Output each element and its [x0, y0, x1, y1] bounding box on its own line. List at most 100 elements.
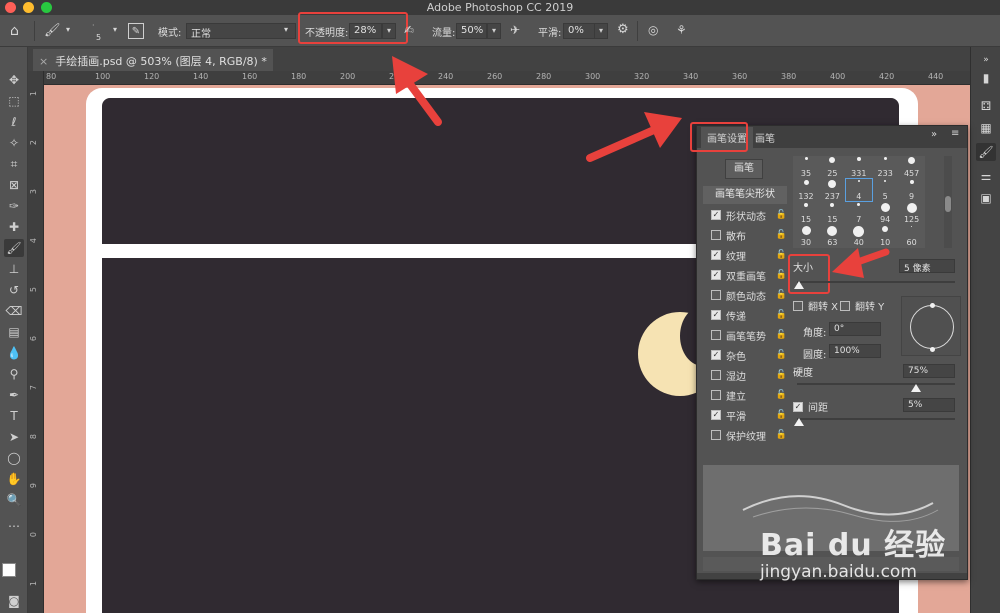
size-slider-thumb[interactable]: [794, 281, 804, 289]
pressure-opacity-icon[interactable]: ✍: [404, 23, 414, 37]
brush-option-row[interactable]: 散布 🔓: [711, 226, 787, 244]
history-brush-icon[interactable]: ↺: [4, 281, 24, 299]
mode-select[interactable]: 正常: [186, 23, 296, 40]
brush-option-row[interactable]: 画笔笔势 🔓: [711, 326, 787, 344]
flip-x-option[interactable]: 翻转 X: [793, 298, 838, 313]
move-tool-icon[interactable]: ✥: [4, 71, 24, 89]
lock-icon[interactable]: 🔓: [776, 210, 787, 220]
brush-preset[interactable]: 30: [793, 225, 819, 247]
lock-icon[interactable]: 🔓: [776, 330, 787, 340]
chevron-down-icon[interactable]: ▾: [66, 25, 70, 34]
spacing-option[interactable]: ✓ 间距: [793, 399, 828, 414]
layers-panel-icon[interactable]: ▮: [976, 69, 996, 87]
brush-option-checkbox[interactable]: [711, 390, 721, 400]
zoom-tool-icon[interactable]: 🔍: [4, 491, 24, 509]
size-slider[interactable]: [797, 281, 955, 283]
brush-preset[interactable]: 457: [899, 156, 925, 178]
flip-y-option[interactable]: 翻转 Y: [840, 298, 884, 313]
brush-tip-shape-title[interactable]: 画笔笔尖形状: [703, 186, 787, 204]
brush-tool-icon[interactable]: 🖌: [4, 239, 24, 257]
crop-tool-icon[interactable]: ⌗: [4, 155, 24, 173]
brush-preset[interactable]: 331: [846, 156, 872, 178]
history-panel-icon[interactable]: ⚃: [976, 97, 996, 115]
brush-option-checkbox[interactable]: [711, 370, 721, 380]
lock-icon[interactable]: 🔓: [776, 250, 787, 260]
brush-option-checkbox[interactable]: ✓: [711, 250, 721, 260]
stamp-tool-icon[interactable]: ⊥: [4, 260, 24, 278]
brush-preset[interactable]: 233: [872, 156, 898, 178]
tab-brushes[interactable]: 画笔: [755, 130, 775, 145]
brush-preset[interactable]: 60: [899, 225, 925, 247]
document-tab[interactable]: × 手绘插画.psd @ 503% (图层 4, RGB/8) *: [33, 49, 273, 71]
lock-icon[interactable]: 🔓: [776, 390, 787, 400]
spacing-input[interactable]: 5%: [903, 398, 955, 412]
properties-panel-icon[interactable]: ▦: [976, 119, 996, 137]
brush-preset-dropdown[interactable]: ▾: [113, 25, 117, 34]
more-tools-icon[interactable]: ⋯: [4, 517, 24, 535]
brush-preset[interactable]: 63: [819, 225, 845, 247]
flip-x-checkbox[interactable]: [793, 300, 803, 311]
brush-option-row[interactable]: ✓ 平滑 🔓: [711, 406, 787, 424]
angle-handle-bottom[interactable]: [930, 347, 935, 352]
brush-size-value[interactable]: 5: [96, 33, 101, 42]
marquee-tool-icon[interactable]: ⬚: [4, 92, 24, 110]
smoothing-input[interactable]: 0%: [563, 23, 596, 39]
vertical-ruler[interactable]: 1 2 3 4 5 6 7 8 9 0 1: [28, 71, 44, 613]
lock-icon[interactable]: 🔓: [776, 270, 787, 280]
hardness-slider-thumb[interactable]: [910, 384, 921, 392]
brush-grid-scrollbar[interactable]: [944, 156, 952, 248]
lock-icon[interactable]: 🔓: [776, 410, 787, 420]
swatches-panel-icon[interactable]: ▣: [976, 189, 996, 207]
eyedropper-icon[interactable]: ✑: [4, 197, 24, 215]
spacing-slider-thumb[interactable]: [794, 418, 804, 426]
brush-option-row[interactable]: 建立 🔓: [711, 386, 787, 404]
angle-handle-top[interactable]: [930, 303, 935, 308]
brush-preset[interactable]: 15: [793, 202, 819, 224]
brush-option-row[interactable]: 保护纹理 🔓: [711, 426, 787, 444]
brush-option-checkbox[interactable]: [711, 430, 721, 440]
flip-y-checkbox[interactable]: [840, 300, 850, 311]
gear-icon[interactable]: ⚙: [617, 22, 629, 37]
brush-preset[interactable]: 7: [846, 202, 872, 224]
type-tool-icon[interactable]: T: [4, 407, 24, 425]
brush-option-checkbox[interactable]: [711, 290, 721, 300]
brush-preset[interactable]: 94: [872, 202, 898, 224]
roundness-input[interactable]: 100%: [829, 344, 881, 358]
lock-icon[interactable]: 🔓: [776, 370, 787, 380]
brush-preset[interactable]: 10: [872, 225, 898, 247]
brush-option-row[interactable]: ✓ 形状动态 🔓: [711, 206, 787, 224]
brush-angle-preview[interactable]: [901, 296, 961, 356]
brush-option-checkbox[interactable]: ✓: [711, 410, 721, 420]
lock-icon[interactable]: 🔓: [776, 430, 787, 440]
brush-option-row[interactable]: 颜色动态 🔓: [711, 286, 787, 304]
scroll-thumb[interactable]: [945, 196, 951, 212]
symmetry-icon[interactable]: ⚘: [676, 23, 687, 37]
brush-tool-icon[interactable]: 🖌: [44, 23, 61, 38]
spacing-slider[interactable]: [797, 418, 955, 420]
brush-option-row[interactable]: 湿边 🔓: [711, 366, 787, 384]
quick-mask-icon[interactable]: ◙: [4, 592, 24, 610]
magic-wand-icon[interactable]: ✧: [4, 134, 24, 152]
spacing-checkbox[interactable]: ✓: [793, 401, 803, 412]
mode-dropdown-icon[interactable]: ▾: [284, 25, 288, 34]
size-input[interactable]: 5 像素: [899, 259, 955, 274]
brush-option-checkbox[interactable]: ✓: [711, 270, 721, 280]
brush-option-row[interactable]: ✓ 双重画笔 🔓: [711, 266, 787, 284]
path-select-icon[interactable]: ➤: [4, 428, 24, 446]
lock-icon[interactable]: 🔓: [776, 290, 787, 300]
lock-icon[interactable]: 🔓: [776, 230, 787, 240]
frame-tool-icon[interactable]: ⊠: [4, 176, 24, 194]
brush-option-checkbox[interactable]: ✓: [711, 310, 721, 320]
brush-preset[interactable]: 15: [819, 202, 845, 224]
gradient-tool-icon[interactable]: ▤: [4, 323, 24, 341]
brush-preset[interactable]: 237: [819, 179, 845, 201]
brushes-button[interactable]: 画笔: [725, 159, 763, 179]
smoothing-dropdown[interactable]: ▾: [594, 23, 608, 39]
flow-input[interactable]: 50%: [456, 23, 487, 39]
dodge-tool-icon[interactable]: ⚲: [4, 365, 24, 383]
angle-input[interactable]: 0°: [829, 322, 881, 336]
collapse-dock-icon[interactable]: »: [976, 51, 996, 69]
foreground-color-swatch[interactable]: [2, 563, 16, 577]
brush-preset[interactable]: 125: [899, 202, 925, 224]
adjustments-panel-icon[interactable]: ⚌: [976, 167, 996, 185]
